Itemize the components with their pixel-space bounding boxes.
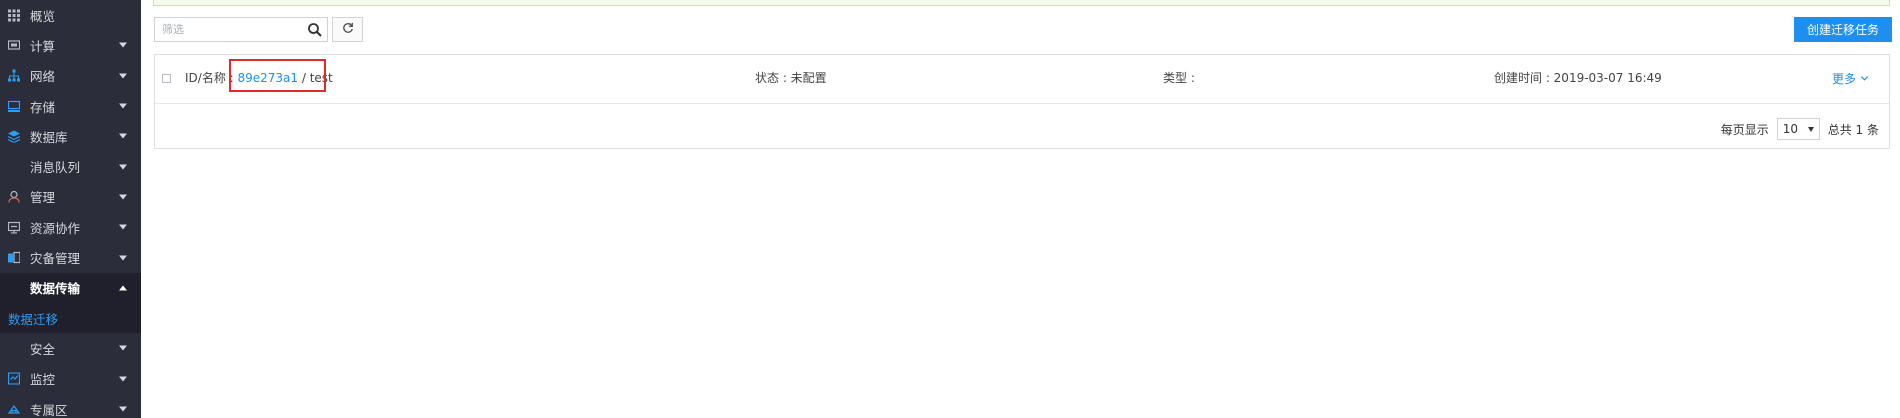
- sidebar-item-network[interactable]: 网络: [0, 61, 141, 91]
- caret-down-icon: [119, 376, 127, 382]
- sidebar-item-label: 数据库: [30, 129, 68, 145]
- caret-down-icon: [119, 103, 127, 109]
- sidebar-item-label: 数据迁移: [8, 311, 59, 327]
- sidebar-item-overview[interactable]: 概览: [0, 0, 141, 30]
- id-name-label: ID/名称 :: [185, 71, 238, 85]
- monitor-icon: [7, 372, 20, 385]
- filter-box: [154, 17, 328, 42]
- per-page-value: 10: [1782, 122, 1799, 136]
- sidebar-item-label: 灾备管理: [30, 251, 81, 267]
- more-label: 更多: [1831, 72, 1856, 86]
- caret-down-icon: [119, 224, 127, 230]
- task-list: ID/名称 : 89e273a1 / test 状态 : 未配置 类型 : 创建…: [154, 54, 1890, 149]
- cloud-icon: [7, 403, 20, 416]
- backup-icon: [7, 251, 20, 264]
- sidebar-item-label: 安全: [30, 341, 56, 357]
- caret-up-icon: [119, 285, 127, 291]
- sidebar-item-monitor[interactable]: 监控: [0, 364, 141, 394]
- caret-down-icon: [119, 164, 127, 170]
- sidebar-item-label: 概览: [30, 8, 56, 24]
- caret-down-icon: [119, 406, 127, 412]
- caret-down-icon: [119, 255, 127, 261]
- sidebar-item-database[interactable]: 数据库: [0, 121, 141, 151]
- sidebar-subitem-data-migration[interactable]: 数据迁移: [0, 302, 141, 334]
- caret-down-icon: [119, 345, 127, 351]
- sidebar: 概览 计算 网络 存储 数据库 消息队列 管理 资源协作 灾备管理 数据传输 数…: [0, 0, 141, 418]
- storage-icon: [7, 100, 20, 113]
- sidebar-item-dedicated-zone[interactable]: 专属区: [0, 394, 141, 418]
- refresh-icon: [342, 22, 354, 38]
- task-name: / test: [298, 71, 333, 85]
- sidebar-item-label: 计算: [30, 38, 56, 54]
- sidebar-item-manage[interactable]: 管理: [0, 182, 141, 212]
- compute-icon: [7, 39, 20, 52]
- sidebar-item-label: 存储: [30, 99, 56, 115]
- sidebar-item-label: 数据传输: [30, 281, 81, 297]
- network-icon: [7, 69, 20, 82]
- more-dropdown[interactable]: 更多: [1832, 70, 1869, 87]
- table-row: ID/名称 : 89e273a1 / test 状态 : 未配置 类型 : 创建…: [155, 55, 1889, 104]
- notice-bar: [153, 0, 1890, 6]
- sidebar-item-backup[interactable]: 灾备管理: [0, 242, 141, 272]
- chevron-down-icon: [1860, 72, 1869, 86]
- task-type: 类型 :: [1163, 71, 1195, 85]
- database-icon: [7, 130, 20, 143]
- caret-down-icon: [1807, 127, 1814, 132]
- grid-icon: [7, 9, 20, 22]
- per-page-label: 每页显示: [1720, 122, 1769, 137]
- create-migration-task-button[interactable]: 创建迁移任务: [1794, 17, 1892, 42]
- task-id-link[interactable]: 89e273a1: [238, 71, 299, 85]
- filter-input[interactable]: [155, 18, 303, 41]
- total-count: 总共 1 条: [1827, 122, 1879, 137]
- sidebar-item-label: 消息队列: [30, 160, 81, 176]
- caret-down-icon: [119, 133, 127, 139]
- sidebar-item-storage[interactable]: 存储: [0, 91, 141, 121]
- sidebar-item-message-queue[interactable]: 消息队列: [0, 151, 141, 181]
- sidebar-item-label: 管理: [30, 190, 56, 206]
- user-manage-icon: [7, 190, 20, 203]
- task-id-name: ID/名称 : 89e273a1 / test: [185, 69, 333, 86]
- pagination: 每页显示 10 总共 1 条: [1721, 118, 1879, 140]
- sidebar-item-label: 专属区: [30, 402, 68, 418]
- sidebar-item-label: 监控: [30, 372, 56, 388]
- task-created-time: 创建时间 : 2019-03-07 16:49: [1494, 71, 1662, 85]
- caret-down-icon: [119, 42, 127, 48]
- sidebar-item-compute[interactable]: 计算: [0, 30, 141, 60]
- sidebar-item-label: 网络: [30, 69, 56, 85]
- collab-icon: [7, 221, 20, 234]
- caret-down-icon: [119, 194, 127, 200]
- per-page-select[interactable]: 10: [1776, 118, 1820, 140]
- sidebar-item-label: 资源协作: [30, 220, 81, 236]
- sidebar-item-collab[interactable]: 资源协作: [0, 212, 141, 242]
- row-checkbox[interactable]: [162, 74, 171, 83]
- task-status: 状态 : 未配置: [755, 71, 827, 85]
- sidebar-item-security[interactable]: 安全: [0, 333, 141, 363]
- search-icon[interactable]: [307, 22, 323, 38]
- caret-down-icon: [119, 73, 127, 79]
- refresh-button[interactable]: [332, 17, 363, 42]
- sidebar-item-data-transfer[interactable]: 数据传输: [0, 272, 141, 303]
- main-content: 创建迁移任务 ID/名称 : 89e273a1 / test 状态 : 未配置 …: [141, 0, 1900, 418]
